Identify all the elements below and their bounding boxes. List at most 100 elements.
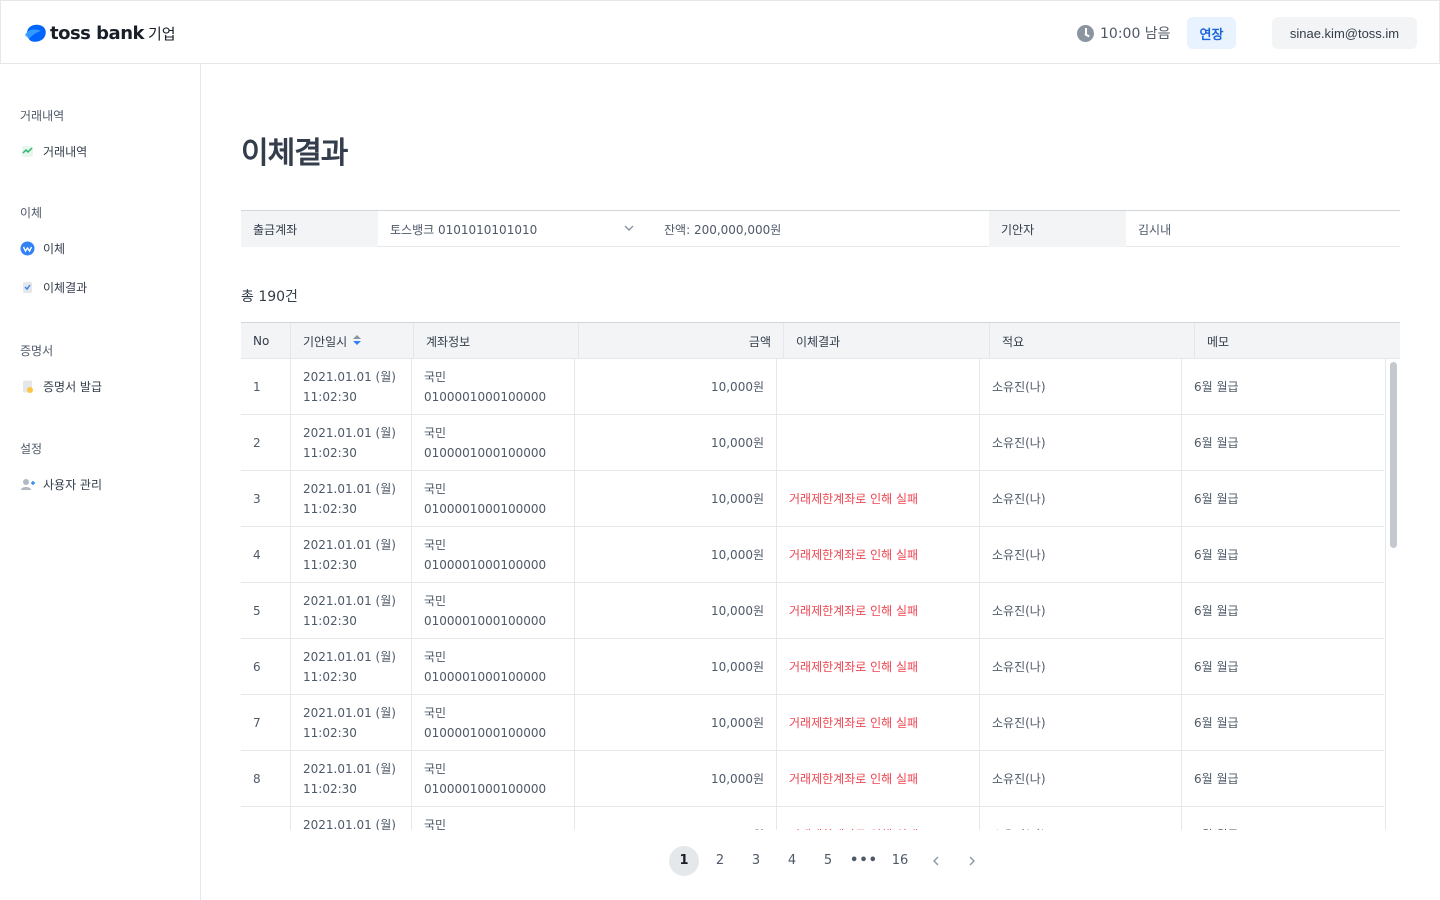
sidebar-item-transactions[interactable]: 거래내역 [20, 141, 87, 161]
cell-result [776, 415, 979, 470]
cell-memo: 6월 월급 [1181, 695, 1384, 750]
page-button[interactable]: 3 [741, 846, 771, 876]
table-row[interactable]: 4 2021.01.01 (월) 11:02:30 국민 010000100010000… [241, 527, 1384, 583]
table-row[interactable]: 9 2021.01.01 (월)11:02:30 국민010000100010000… [241, 807, 1384, 830]
sidebar-group-certificates: 증명서 [20, 344, 54, 358]
page-button[interactable]: 4 [777, 846, 807, 876]
sort-icon[interactable] [353, 335, 362, 347]
cell-amount: 10,000원 [574, 639, 776, 694]
transfer-icon [20, 241, 35, 255]
scrollbar-thumb[interactable] [1390, 362, 1397, 548]
table-row[interactable]: 2 2021.01.01 (월) 11:02:30 국민 010000100010000… [241, 415, 1384, 471]
pagination: 1 2 3 4 5 ••• 16 [669, 845, 993, 876]
extend-session-button[interactable]: 연장 [1187, 17, 1236, 49]
account-balance: 잔액: 200,000,000원 [664, 222, 782, 237]
table-scrollbar[interactable] [1385, 359, 1400, 830]
cell-result: 거래제한계좌로 인해 실패 [776, 807, 979, 830]
cell-draft-date: 2021.01.01 (월) 11:02:30 [290, 471, 411, 526]
cell-draft-date-lines: 2021.01.01 (월) 11:02:30 [303, 423, 396, 463]
cell-draft-date-lines: 2021.01.01 (월) 11:02:30 [303, 367, 396, 407]
cell-draft-date-lines: 2021.01.01 (월) 11:02:30 [303, 759, 396, 799]
logo-sub: 기업 [147, 24, 176, 43]
cell-no: 4 [253, 547, 261, 562]
table-row[interactable]: 1 2021.01.01 (월) 11:02:30 국민 010000100010000… [241, 359, 1384, 415]
table-body: 1 2021.01.01 (월) 11:02:30 국민 010000100010000… [241, 359, 1384, 830]
account-info-bar: 출금계좌 토스뱅크 0101010101010 잔액: 200,000,000원… [241, 210, 1400, 247]
cell-draft-date-time: 11:02:30 [303, 669, 357, 684]
sidebar-item-transfer[interactable]: 이체 [20, 238, 65, 258]
page-button[interactable]: 1 [669, 845, 699, 876]
sidebar-group-transactions: 거래내역 [20, 109, 65, 123]
account-select[interactable]: 토스뱅크 0101010101010 [378, 211, 648, 247]
cell-draft-date-date: 2021.01.01 (월) [303, 761, 396, 776]
cell-draft-date-time: 11:02:30 [303, 557, 357, 572]
drafter-value: 김시내 [1138, 222, 1172, 237]
cell-account-account: 0100001000100000 [424, 613, 547, 628]
cell-no: 2 [253, 435, 261, 450]
table-row[interactable]: 5 2021.01.01 (월) 11:02:30 국민 010000100010000… [241, 583, 1384, 639]
cell-draft-date-lines: 2021.01.01 (월) 11:02:30 [303, 703, 396, 743]
cell-summary: 소유진(나) [979, 695, 1181, 750]
cell-draft-date-date: 2021.01.01 (월) [303, 593, 396, 608]
cell-draft-date-time: 11:02:30 [303, 725, 357, 740]
column-header-summary: 적요 [989, 323, 1194, 359]
top-header: toss bank 기업 10:00 남음 연장 sinae.kim@toss.… [0, 0, 1440, 64]
cell-result: 거래제한계좌로 인해 실패 [776, 639, 979, 694]
page-button[interactable]: 16 [885, 846, 915, 876]
pagination-ellipsis[interactable]: ••• [849, 846, 879, 876]
cell-draft-date: 2021.01.01 (월) 11:02:30 [290, 527, 411, 582]
cell-draft-date-date: 2021.01.01 (월) [303, 425, 396, 440]
cell-account-account: 0100001000100000 [424, 781, 547, 796]
page-button[interactable]: 5 [813, 846, 843, 876]
table-row[interactable]: 7 2021.01.01 (월) 11:02:30 국민 010000100010000… [241, 695, 1384, 751]
cell-account-bank: 국민 [424, 537, 447, 552]
account-label: 출금계좌 [241, 211, 378, 247]
sidebar-item-transfer-result[interactable]: 이체결과 [20, 277, 87, 297]
clock-icon [1077, 24, 1094, 42]
cell-draft-date-date: 2021.01.01 (월) [303, 705, 396, 720]
next-page-button[interactable] [957, 846, 987, 876]
cell-account: 국민 0100001000100000 [411, 639, 574, 694]
cell-account-account: 0100001000100000 [424, 445, 547, 460]
sidebar-item-label: 거래내역 [43, 144, 88, 159]
cell-draft-date-time: 11:02:30 [303, 445, 357, 460]
column-header-amount: 금액 [578, 323, 783, 359]
sidebar-item-label: 사용자 관리 [43, 477, 103, 492]
cell-result: 거래제한계좌로 인해 실패 [776, 751, 979, 806]
table-row[interactable]: 3 2021.01.01 (월) 11:02:30 국민 010000100010000… [241, 471, 1384, 527]
cell-account-lines: 국민 0100001000100000 [424, 759, 546, 799]
cell-amount: 10,000원 [574, 415, 776, 470]
user-account-button[interactable]: sinae.kim@toss.im [1272, 17, 1417, 49]
sidebar: 거래내역 거래내역 이체 이체 이체결과 증명서 증명서 발급 설정 사용자 관… [0, 64, 201, 900]
cell-result [776, 359, 979, 414]
sidebar-item-label: 증명서 발급 [43, 379, 103, 394]
cell-account-lines: 국민 0100001000100000 [424, 535, 546, 575]
table-row[interactable]: 6 2021.01.01 (월) 11:02:30 국민 010000100010000… [241, 639, 1384, 695]
sidebar-item-certificate-issue[interactable]: 증명서 발급 [20, 376, 102, 396]
table-row[interactable]: 8 2021.01.01 (월) 11:02:30 국민 010000100010000… [241, 751, 1384, 807]
user-add-icon [21, 478, 35, 490]
cell-summary: 소유진(나) [979, 583, 1181, 638]
cell-draft-date-time: 11:02:30 [303, 501, 357, 516]
sidebar-item-user-management[interactable]: 사용자 관리 [20, 474, 102, 494]
drafter-label: 기안자 [989, 211, 1126, 247]
column-header-draft-date[interactable]: 기안일시 [290, 323, 413, 359]
toss-bank-logo[interactable]: toss bank 기업 [25, 21, 176, 45]
cell-summary: 소유진(나) [979, 527, 1181, 582]
checklist-icon [23, 281, 32, 293]
cell-no: 5 [253, 603, 261, 618]
cell-account-bank: 국민 [424, 425, 447, 440]
cell-draft-date-lines: 2021.01.01 (월) 11:02:30 [303, 647, 396, 687]
cell-result: 거래제한계좌로 인해 실패 [776, 471, 979, 526]
cell-no: 1 [253, 379, 261, 394]
chevron-left-icon [933, 856, 939, 865]
page-button[interactable]: 2 [705, 846, 735, 876]
prev-page-button[interactable] [921, 846, 951, 876]
chevron-right-icon [969, 856, 975, 865]
cell-account-lines: 국민 0100001000100000 [424, 367, 546, 407]
chevron-down-icon [624, 225, 634, 231]
cell-memo: 6월 월급 [1181, 415, 1384, 470]
cell-draft-date-date: 2021.01.01 (월) [303, 649, 396, 664]
cell-account-account: 0100001000100000 [424, 725, 547, 740]
cell-amount: 10,000원 [574, 527, 776, 582]
